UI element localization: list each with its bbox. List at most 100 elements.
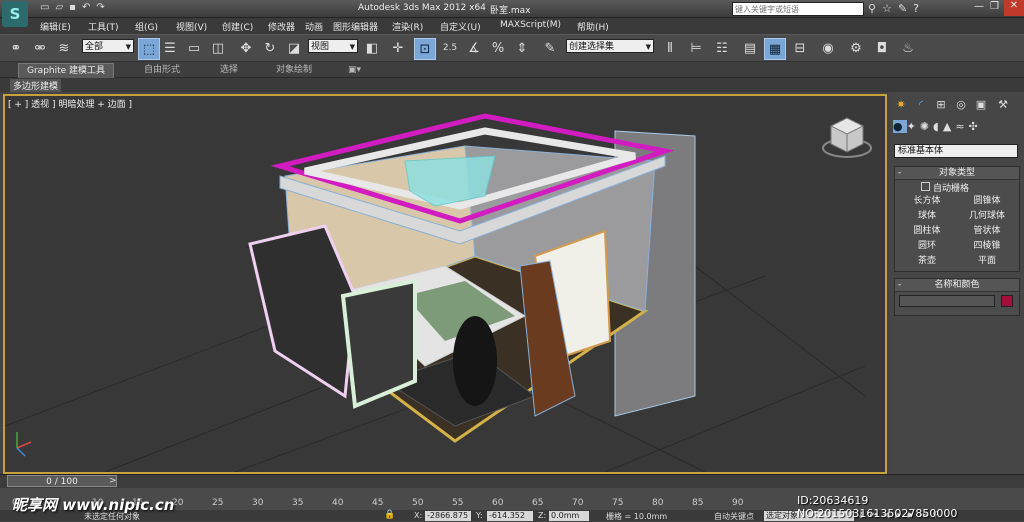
utilities-tab-icon[interactable]: ⚒ — [995, 96, 1011, 112]
close-button[interactable]: ✕ — [1004, 0, 1024, 16]
spinner-snap-icon[interactable]: ⇕ — [512, 38, 532, 58]
menu-create[interactable]: 创建(C) — [222, 20, 253, 33]
edit-named-selection-icon[interactable]: ✎ — [540, 38, 560, 58]
move-icon[interactable]: ✥ — [236, 38, 256, 58]
geosphere-button[interactable]: 几何球体 — [957, 209, 1017, 223]
systems-icon[interactable]: ✣ — [969, 120, 982, 133]
window-panel[interactable] — [340, 278, 417, 409]
perspective-viewport[interactable] — [3, 94, 887, 474]
minimize-button[interactable]: — — [974, 1, 984, 12]
rotate-icon[interactable]: ↻ — [260, 38, 280, 58]
name-color-title[interactable]: 名称和颜色 — [895, 279, 1019, 292]
maximize-button[interactable]: ❐ — [990, 1, 999, 12]
search-input[interactable] — [732, 2, 864, 16]
lights-icon[interactable]: ✺ — [920, 120, 933, 133]
time-slider-next-icon[interactable]: > — [109, 476, 117, 486]
mirror-icon[interactable]: ⫴ — [660, 38, 680, 58]
menu-tools[interactable]: 工具(T) — [88, 20, 119, 33]
keyboard-shortcut-override-icon[interactable]: ⊡ — [414, 38, 436, 60]
ribbon-options-icon[interactable]: ▣▾ — [340, 63, 369, 77]
object-name-field[interactable] — [899, 295, 995, 307]
cone-button[interactable]: 圆锥体 — [957, 194, 1017, 208]
pivot-center-icon[interactable]: ◧ — [362, 38, 382, 58]
unlink-icon[interactable]: ⚮ — [30, 38, 50, 58]
redo-icon[interactable]: ↷ — [96, 2, 110, 13]
motion-tab-icon[interactable]: ◎ — [953, 96, 969, 112]
time-slider-thumb[interactable]: 0 / 100 — [7, 475, 117, 487]
render-teapot-icon[interactable]: ♨ — [898, 38, 918, 58]
menu-graph-editors[interactable]: 图形编辑器 — [333, 20, 378, 33]
bind-space-warp-icon[interactable]: ≋ — [54, 38, 74, 58]
percent-snap-icon[interactable]: % — [488, 38, 508, 58]
graphite-toggle-icon[interactable]: ▤ — [740, 38, 760, 58]
object-color-swatch[interactable] — [1001, 295, 1013, 307]
checkbox-icon[interactable] — [921, 182, 930, 191]
cameras-icon[interactable]: ◖ — [933, 120, 943, 133]
auto-key-label[interactable]: 自动关键点 — [714, 511, 754, 522]
selection-filter-dropdown[interactable]: 全部 — [82, 39, 134, 54]
layer-manager-icon[interactable]: ☷ — [712, 38, 732, 58]
polygon-modeling-label[interactable]: 多边形建模 — [10, 79, 62, 92]
lock-selection-icon[interactable]: 🔒 — [384, 510, 395, 520]
undo-icon[interactable]: ↶ — [82, 2, 96, 13]
primitive-type-dropdown[interactable]: 标准基本体 — [894, 144, 1018, 158]
viewport-label[interactable]: [ + ] 透视 ] 明暗处理 + 边面 ] — [8, 97, 132, 110]
object-type-title[interactable]: 对象类型 — [895, 167, 1019, 180]
menu-modifiers[interactable]: 修改器 — [268, 20, 295, 33]
reference-coord-dropdown[interactable]: 视图 — [308, 39, 358, 54]
angle-snap-icon[interactable]: ∡ — [464, 38, 484, 58]
auto-grid-checkbox[interactable]: 自动栅格 — [921, 181, 969, 194]
new-file-icon[interactable]: ▭ — [40, 2, 55, 13]
menu-edit[interactable]: 编辑(E) — [40, 20, 71, 33]
hierarchy-tab-icon[interactable]: ⊞ — [933, 96, 949, 112]
cylinder-button[interactable]: 圆柱体 — [897, 224, 957, 238]
helpers-icon[interactable]: ▲ — [943, 120, 955, 133]
tab-object-paint[interactable]: 对象绘制 — [268, 63, 320, 77]
named-selection-dropdown[interactable]: 创建选择集 — [566, 39, 654, 54]
app-logo-icon[interactable]: S — [2, 1, 28, 27]
help-icon[interactable]: ? — [913, 2, 925, 15]
potted-plant[interactable] — [453, 316, 497, 406]
menu-help[interactable]: 帮助(H) — [577, 20, 609, 33]
box-button[interactable]: 长方体 — [897, 194, 957, 208]
tab-graphite-modeling[interactable]: Graphite 建模工具 — [18, 63, 115, 79]
scale-icon[interactable]: ◪ — [284, 38, 304, 58]
time-slider[interactable] — [0, 474, 1024, 488]
geometry-icon[interactable]: ● — [893, 120, 907, 133]
link-icon[interactable]: ⚭ — [6, 38, 26, 58]
pyramid-button[interactable]: 四棱锥 — [957, 239, 1017, 253]
spacewarps-icon[interactable]: ≈ — [955, 120, 968, 133]
x-coordinate-field[interactable]: -2866.875 — [425, 511, 471, 521]
teapot-button[interactable]: 茶壶 — [897, 254, 957, 268]
align-icon[interactable]: ⊨ — [686, 38, 706, 58]
menu-customize[interactable]: 自定义(U) — [440, 20, 481, 33]
sphere-button[interactable]: 球体 — [897, 209, 957, 223]
rendered-frame-icon[interactable]: ◘ — [872, 38, 892, 58]
create-tab-icon[interactable]: ✷ — [893, 96, 909, 112]
tube-button[interactable]: 管状体 — [957, 224, 1017, 238]
plane-button[interactable]: 平面 — [957, 254, 1017, 268]
display-tab-icon[interactable]: ▣ — [973, 96, 989, 112]
select-manipulate-icon[interactable]: ✛ — [388, 38, 408, 58]
viewcube[interactable] — [822, 117, 872, 158]
menu-maxscript[interactable]: MAXScript(M) — [500, 20, 561, 30]
tab-freeform[interactable]: 自由形式 — [136, 63, 188, 77]
tools-icon[interactable]: ✎ — [898, 2, 913, 15]
schematic-view-icon[interactable]: ⊟ — [790, 38, 810, 58]
window-crossing-icon[interactable]: ◫ — [208, 38, 228, 58]
curve-editor-icon[interactable]: ▦ — [764, 38, 786, 60]
material-editor-icon[interactable]: ◉ — [818, 38, 838, 58]
select-object-icon[interactable]: ⬚ — [138, 38, 160, 60]
rect-selection-icon[interactable]: ▭ — [184, 38, 204, 58]
menu-animation[interactable]: 动画 — [305, 20, 323, 33]
z-coordinate-field[interactable]: 0.0mm — [549, 511, 589, 521]
tab-selection[interactable]: 选择 — [212, 63, 246, 77]
modify-tab-icon[interactable]: ◜ — [913, 96, 929, 112]
menu-group[interactable]: 组(G) — [135, 20, 158, 33]
render-setup-icon[interactable]: ⚙ — [846, 38, 866, 58]
torus-button[interactable]: 圆环 — [897, 239, 957, 253]
menu-views[interactable]: 视图(V) — [176, 20, 207, 33]
open-file-icon[interactable]: ▱ — [55, 2, 69, 13]
star-icon[interactable]: ☆ — [882, 2, 898, 15]
shapes-icon[interactable]: ✦ — [907, 120, 920, 133]
